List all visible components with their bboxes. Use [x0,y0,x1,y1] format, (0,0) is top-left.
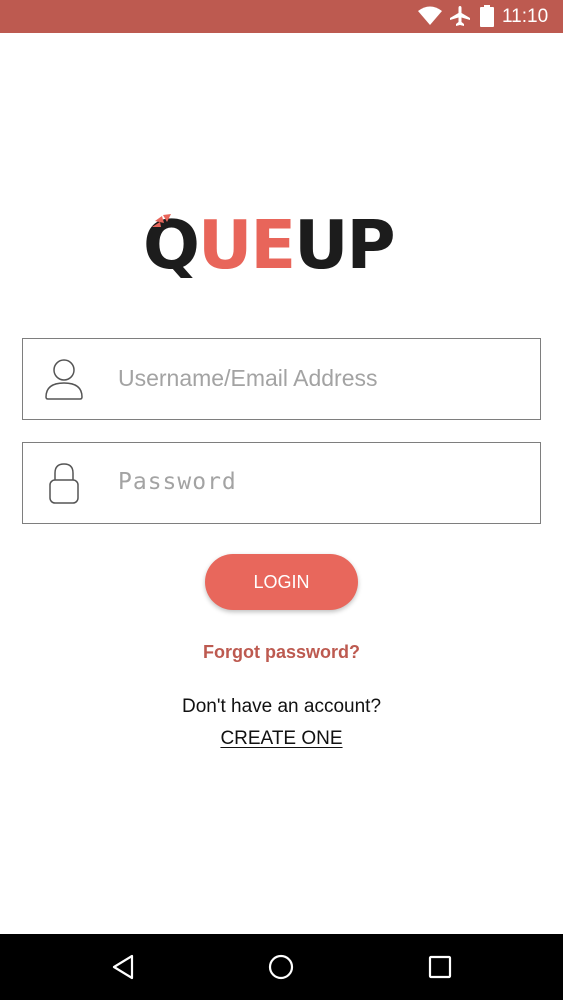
password-field[interactable]: Password [22,442,541,524]
navigation-bar [0,934,563,1000]
wifi-icon [418,6,442,25]
battery-icon [480,5,494,27]
create-account-link[interactable]: CREATE ONE [220,728,342,749]
airplane-mode-icon [450,6,470,26]
back-icon[interactable] [109,952,139,982]
status-bar: 11:10 [0,0,563,33]
user-icon [45,359,83,400]
username-input[interactable]: Username/Email Address [118,339,378,418]
username-field[interactable]: Username/Email Address [22,338,541,420]
logo-letters-ue: UE [197,206,296,284]
clock: 11:10 [502,6,549,27]
logo-wordmark: QUEUP [143,210,396,280]
forgot-password-link[interactable]: Forgot password? [0,642,563,663]
create-account-container: CREATE ONE [0,728,563,750]
app-logo: QUEUP [143,210,423,280]
recents-icon[interactable] [425,952,455,982]
home-icon[interactable] [266,952,296,982]
logo-letters-up: UP [294,206,396,284]
login-button[interactable]: LOGIN [205,554,358,610]
logo-burst-icon [152,214,171,227]
password-input[interactable]: Password [118,443,237,522]
lock-icon [49,463,79,504]
no-account-text: Don't have an account? [181,696,382,717]
